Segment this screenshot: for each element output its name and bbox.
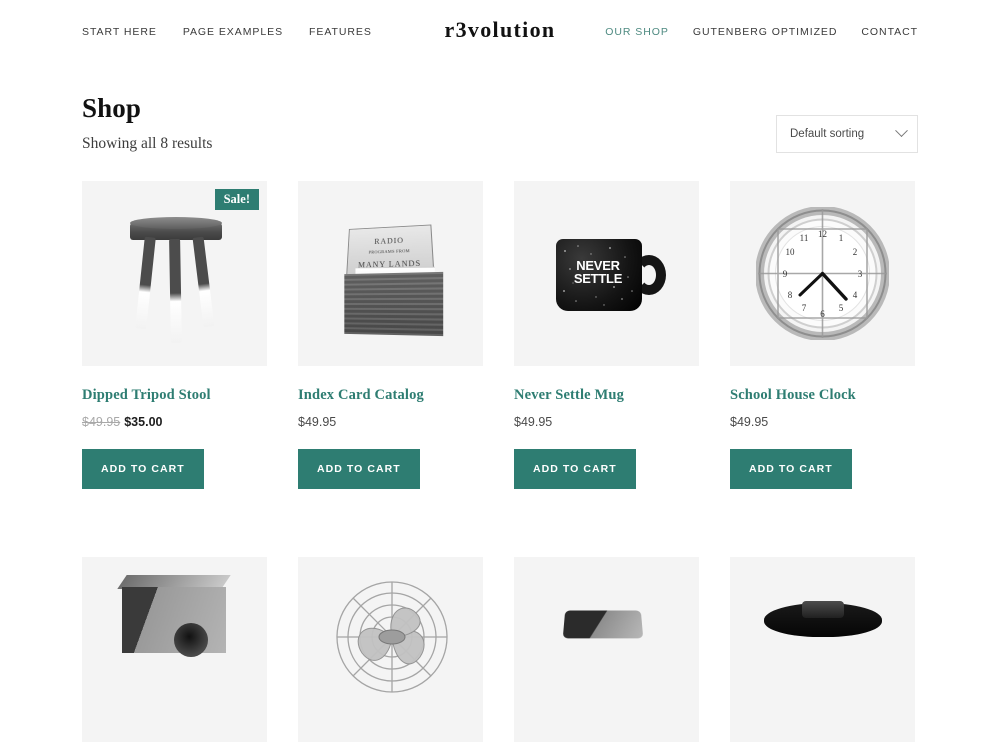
product-card: Sale! Dipped Tripod Stool $49.95 $35.00 A…: [82, 180, 267, 490]
product-sale-price: $35.00: [124, 414, 163, 429]
svg-text:2: 2: [853, 247, 858, 257]
sale-badge: Sale!: [214, 188, 259, 211]
fan-illustration: [328, 577, 456, 697]
svg-text:7: 7: [802, 303, 807, 313]
product-image-dipped-tripod-stool[interactable]: Sale!: [82, 180, 267, 366]
sorting-select-value: Default sorting: [790, 127, 865, 140]
add-to-cart-button[interactable]: ADD TO CART: [514, 448, 636, 490]
primary-nav-left: START HERE PAGE EXAMPLES FEATURES: [82, 26, 372, 38]
svg-text:9: 9: [783, 269, 788, 279]
product-image-school-house-clock[interactable]: 12 1 2 3 45 6 78 9 10 11: [730, 180, 915, 366]
product-card: RADIO PROGRAMS FROM MANY LANDS Index Car…: [298, 180, 483, 490]
add-to-cart-button[interactable]: ADD TO CART: [298, 448, 420, 490]
catalog-lid-text-line2: PROGRAMS FROM: [368, 248, 410, 255]
svg-text:3: 3: [858, 269, 863, 279]
add-to-cart-button[interactable]: ADD TO CART: [82, 448, 204, 490]
catalog-lid-text-line1: RADIO: [374, 235, 404, 246]
product-image-never-settle-mug[interactable]: NEVER SETTLE: [514, 180, 699, 366]
product-card: [730, 557, 915, 742]
product-image-projector[interactable]: [514, 557, 699, 742]
product-title[interactable]: School House Clock: [730, 387, 915, 404]
sorting-select[interactable]: Default sorting: [776, 114, 918, 153]
svg-text:5: 5: [839, 303, 844, 313]
product-card: 12 1 2 3 45 6 78 9 10 11 School House Clock $4…: [730, 180, 915, 490]
projector-illustration: [514, 557, 699, 742]
nav-link-start-here[interactable]: START HERE: [82, 26, 157, 38]
shop-main: Shop Showing all 8 results Default sorti…: [0, 64, 1000, 742]
shop-header-left: Shop Showing all 8 results: [82, 93, 213, 155]
shop-header-row: Shop Showing all 8 results Default sorti…: [82, 64, 918, 155]
product-title[interactable]: Never Settle Mug: [514, 387, 699, 404]
result-count: Showing all 8 results: [82, 134, 213, 152]
clock-illustration: 12 1 2 3 45 6 78 9 10 11: [755, 205, 890, 341]
product-card: [82, 557, 267, 742]
svg-text:1: 1: [839, 233, 844, 243]
site-logo[interactable]: r3volution: [445, 17, 556, 43]
nav-link-features[interactable]: FEATURES: [309, 26, 372, 38]
product-price: $49.95: [514, 414, 553, 429]
mug-text-line2: SETTLE: [573, 270, 623, 286]
page-title: Shop: [82, 93, 142, 123]
product-grid-row-1: Sale! Dipped Tripod Stool $49.95 $35.00 A…: [82, 180, 918, 490]
watch-illustration: [730, 557, 915, 742]
mug-illustration: NEVER SETTLE: [514, 181, 699, 366]
svg-text:10: 10: [786, 247, 796, 257]
svg-text:6: 6: [820, 309, 825, 319]
nav-link-page-examples[interactable]: PAGE EXAMPLES: [183, 26, 283, 38]
product-title[interactable]: Index Card Catalog: [298, 387, 483, 404]
card-catalog-illustration: RADIO PROGRAMS FROM MANY LANDS: [298, 181, 483, 366]
product-image-vintage-cage-fan[interactable]: [298, 557, 483, 742]
site-header: START HERE PAGE EXAMPLES FEATURES r3volu…: [0, 0, 1000, 64]
nav-link-our-shop[interactable]: OUR SHOP: [605, 26, 669, 38]
svg-text:4: 4: [853, 290, 858, 300]
svg-text:11: 11: [800, 233, 809, 243]
product-price: $49.95 $35.00: [82, 415, 267, 429]
product-card: [298, 557, 483, 742]
speaker-illustration: [82, 557, 267, 742]
chevron-down-icon: [895, 124, 908, 138]
product-grid-row-2: [82, 557, 918, 742]
svg-text:12: 12: [818, 229, 827, 239]
grid-row-spacer: [82, 489, 918, 531]
primary-nav-right: OUR SHOP GUTENBERG OPTIMIZED CONTACT: [605, 26, 918, 38]
nav-link-contact[interactable]: CONTACT: [861, 26, 918, 38]
product-image-speaker-cabinet[interactable]: [82, 557, 267, 742]
svg-text:8: 8: [788, 290, 793, 300]
product-price: $49.95: [730, 414, 769, 429]
nav-link-gutenberg-optimized[interactable]: GUTENBERG OPTIMIZED: [693, 26, 838, 38]
product-card: [514, 557, 699, 742]
product-regular-price: $49.95: [82, 414, 121, 429]
product-image-watch-band[interactable]: [730, 557, 915, 742]
product-title[interactable]: Dipped Tripod Stool: [82, 387, 267, 404]
product-image-index-card-catalog[interactable]: RADIO PROGRAMS FROM MANY LANDS: [298, 180, 483, 366]
add-to-cart-button[interactable]: ADD TO CART: [730, 448, 852, 490]
product-price: $49.95: [298, 414, 337, 429]
product-card: NEVER SETTLE Never Settle Mug $49.95 ADD…: [514, 180, 699, 490]
